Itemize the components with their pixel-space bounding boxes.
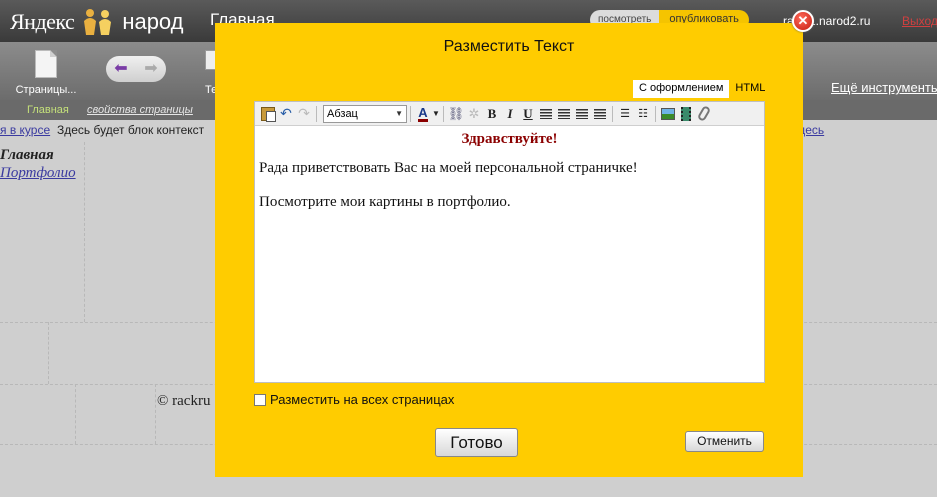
logo-narod-text: народ bbox=[122, 9, 184, 34]
ad-info-text: Здесь будет блок контекст bbox=[57, 123, 205, 137]
align-right-button[interactable] bbox=[573, 105, 591, 123]
text-color-icon: A bbox=[418, 104, 428, 122]
cancel-button[interactable]: Отменить bbox=[685, 431, 764, 452]
redo-icon: ↷ bbox=[298, 105, 310, 121]
undo-icon[interactable]: ⬅ bbox=[114, 61, 127, 77]
toolbar-separator bbox=[443, 105, 444, 122]
logo-yandex-text: Яндекс bbox=[10, 9, 75, 34]
editor-toolbar: ↶ ↷ Абзац ▼ A ▼ ⛓ ✲ B I U ☰ ☷ bbox=[255, 102, 764, 126]
redo-button[interactable]: ↷ bbox=[295, 105, 313, 123]
all-pages-option: Разместить на всех страницах bbox=[254, 392, 454, 407]
link-button[interactable]: ⛓ bbox=[447, 105, 465, 123]
chevron-down-icon: ▼ bbox=[395, 109, 403, 118]
editor-content[interactable]: Здравствуйте! Рада приветствовать Вас на… bbox=[255, 127, 764, 232]
pages-label: Страницы... bbox=[15, 84, 77, 96]
undo-redo-group: ⬅ ➡ bbox=[106, 56, 166, 82]
image-icon bbox=[661, 107, 675, 120]
text-color-dropdown[interactable]: ▼ bbox=[432, 105, 440, 123]
toolbar-separator bbox=[612, 105, 613, 122]
breadcrumb-home[interactable]: Главная bbox=[27, 104, 69, 116]
bold-icon: B bbox=[487, 105, 497, 121]
align-left-button[interactable] bbox=[537, 105, 555, 123]
numbered-list-icon: ☷ bbox=[638, 108, 648, 120]
page-properties-link[interactable]: свойства страницы bbox=[87, 104, 193, 116]
done-button[interactable]: Готово bbox=[435, 428, 518, 457]
dialog-title: Разместить Текст bbox=[443, 38, 575, 55]
bold-button[interactable]: B bbox=[483, 105, 501, 123]
insert-image-button[interactable] bbox=[659, 105, 677, 123]
paste-icon bbox=[261, 106, 276, 122]
undo-button[interactable]: ↶ bbox=[277, 105, 295, 123]
pages-button[interactable]: Страницы... bbox=[6, 46, 86, 100]
attach-file-button[interactable] bbox=[695, 105, 713, 123]
content-heading: Здравствуйте! bbox=[461, 131, 558, 147]
tab-html[interactable]: HTML bbox=[729, 80, 771, 98]
rich-text-editor: ↶ ↷ Абзац ▼ A ▼ ⛓ ✲ B I U ☰ ☷ Здравствуй… bbox=[254, 101, 765, 383]
toolbar-separator bbox=[316, 105, 317, 122]
content-paragraph: Рада приветствовать Вас на моей персонал… bbox=[259, 160, 638, 176]
yandex-narod-logo[interactable]: Яндекс народ bbox=[10, 8, 184, 36]
all-pages-label[interactable]: Разместить на всех страницах bbox=[270, 392, 454, 407]
tab-wysiwyg[interactable]: С оформлением bbox=[633, 80, 730, 98]
underline-icon: U bbox=[523, 105, 533, 121]
italic-icon: I bbox=[507, 105, 513, 121]
bullet-list-icon: ☰ bbox=[620, 108, 630, 120]
justify-icon bbox=[594, 108, 606, 119]
close-dialog-button[interactable]: ✕ bbox=[792, 10, 814, 32]
side-menu-portfolio[interactable]: Портфолио bbox=[0, 165, 76, 182]
undo-icon: ↶ bbox=[280, 105, 292, 121]
underline-button[interactable]: U bbox=[519, 105, 537, 123]
people-logo-icon bbox=[84, 9, 112, 35]
editor-mode-tabs: С оформлением HTML bbox=[633, 80, 771, 98]
redo-icon[interactable]: ➡ bbox=[144, 61, 157, 77]
layout-divider bbox=[155, 384, 156, 444]
exit-link[interactable]: Выход bbox=[902, 14, 937, 28]
all-pages-checkbox[interactable] bbox=[254, 393, 266, 406]
page-icon bbox=[35, 50, 57, 78]
side-menu-home[interactable]: Главная bbox=[0, 147, 54, 164]
paperclip-icon bbox=[696, 105, 712, 122]
close-icon: ✕ bbox=[797, 13, 809, 28]
align-center-icon bbox=[558, 108, 570, 119]
chevron-down-icon: ▼ bbox=[432, 109, 440, 118]
paste-button[interactable] bbox=[259, 105, 277, 123]
more-tools-link[interactable]: Ещё инструменты bbox=[831, 80, 937, 95]
format-select[interactable]: Абзац ▼ bbox=[323, 104, 407, 123]
insert-video-button[interactable] bbox=[677, 105, 695, 123]
italic-button[interactable]: I bbox=[501, 105, 519, 123]
align-center-button[interactable] bbox=[555, 105, 573, 123]
justify-button[interactable] bbox=[591, 105, 609, 123]
ad-info-link[interactable]: я в курсе bbox=[0, 123, 50, 137]
footer-copyright: © rackru bbox=[157, 393, 211, 409]
layout-divider bbox=[48, 322, 49, 384]
unlink-button[interactable]: ✲ bbox=[465, 105, 483, 123]
link-icon: ⛓ bbox=[447, 105, 465, 121]
bullet-list-button[interactable]: ☰ bbox=[616, 105, 634, 123]
unlink-icon: ✲ bbox=[468, 105, 480, 121]
align-left-icon bbox=[540, 108, 552, 119]
toolbar-separator bbox=[655, 105, 656, 122]
film-icon bbox=[681, 106, 691, 121]
format-select-value: Абзац bbox=[327, 107, 358, 120]
numbered-list-button[interactable]: ☷ bbox=[634, 105, 652, 123]
align-right-icon bbox=[576, 108, 588, 119]
toolbar-separator bbox=[410, 105, 411, 122]
content-paragraph: Посмотрите мои картины в портфолио. bbox=[259, 194, 511, 210]
text-color-button[interactable]: A bbox=[414, 105, 432, 123]
layout-divider bbox=[75, 384, 76, 444]
layout-divider bbox=[84, 142, 85, 322]
